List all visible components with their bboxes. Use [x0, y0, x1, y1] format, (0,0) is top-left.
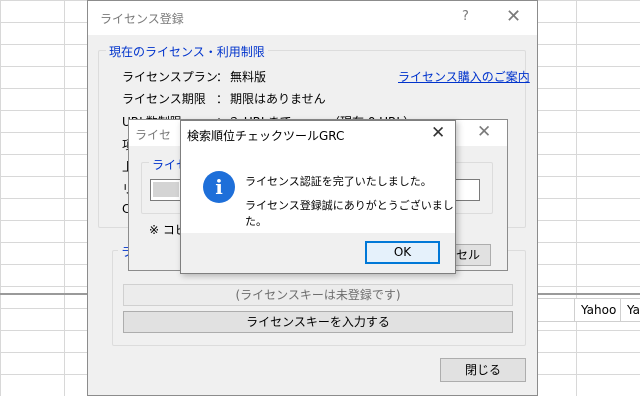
message-box-title: 検索順位チェックツールGRC: [187, 129, 345, 143]
license-key-input-prefix: [153, 182, 179, 197]
period-colon: ：: [216, 92, 229, 106]
enter-license-key-button[interactable]: ライセンスキーを入力する: [123, 311, 513, 333]
license-purchase-link[interactable]: ライセンス購入のご案内: [398, 68, 530, 85]
message-line-2: ライセンス登録誠にありがとうございました。: [245, 199, 454, 228]
close-button[interactable]: 閉じる: [440, 358, 526, 382]
window-title: ライセンス登録: [100, 12, 184, 26]
help-icon[interactable]: ?: [462, 9, 469, 24]
license-input-title: ライセ: [135, 128, 172, 142]
ok-button[interactable]: OK: [365, 241, 440, 264]
message-box: 検索順位チェックツールGRC ✕ i ライセンス認証を完了いたしました。 ライセ…: [180, 120, 456, 274]
plan-label: ライセンスプラン: [122, 70, 218, 84]
period-value: 期限はありません: [230, 92, 326, 106]
background-cell-yahoo: Yahoo: [574, 298, 620, 322]
plan-colon: ：: [216, 70, 229, 84]
license-input-close-icon[interactable]: ✕: [477, 122, 491, 142]
background-cell-ya: Ya: [620, 298, 640, 322]
message-line-1: ライセンス認証を完了いたしました。: [245, 175, 432, 188]
message-box-close-icon[interactable]: ✕: [431, 123, 445, 143]
period-label: ライセンス期限: [122, 92, 206, 106]
license-unregistered-button: (ライセンスキーは未登録です): [123, 284, 513, 306]
information-icon: i: [203, 171, 235, 203]
current-license-legend: 現在のライセンス・利用制限: [106, 43, 268, 60]
close-icon[interactable]: ✕: [506, 6, 521, 27]
window-titlebar: ライセンス登録 ? ✕: [88, 1, 537, 35]
plan-value: 無料版: [230, 70, 267, 84]
